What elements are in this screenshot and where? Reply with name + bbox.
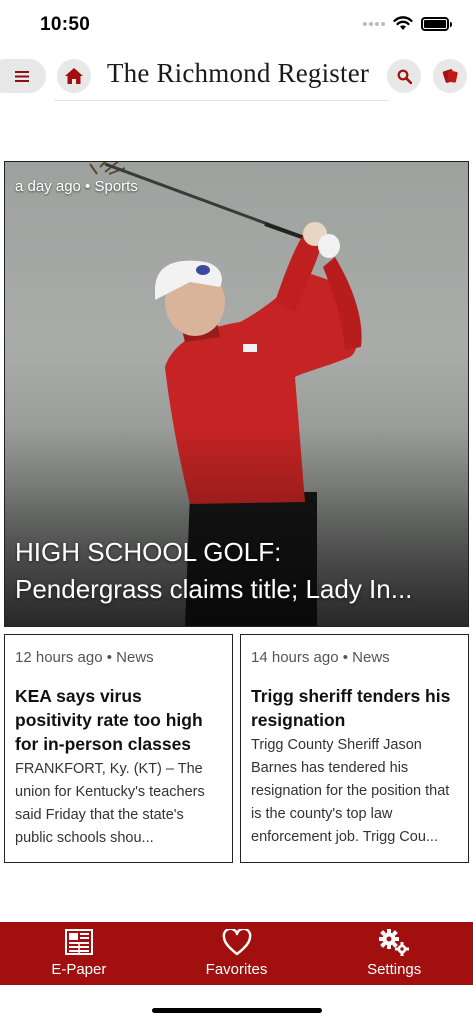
newspaper-icon xyxy=(64,929,93,955)
status-bar: 10:50 xyxy=(0,0,473,50)
gears-icon xyxy=(379,929,410,956)
nav-item-favorites[interactable]: Favorites xyxy=(158,922,316,985)
card-summary: FRANKFORT, Ky. (KT) – The union for Kent… xyxy=(15,761,205,846)
heart-icon xyxy=(222,928,251,955)
nav-label-epaper: E-Paper xyxy=(51,961,107,978)
card-meta: 12 hours ago • News xyxy=(15,649,154,666)
hero-story[interactable]: a day ago • Sports HIGH SCHOOL GOLF: Pen… xyxy=(4,161,469,627)
signal-icon xyxy=(363,21,385,26)
home-button[interactable] xyxy=(57,59,91,93)
hero-headline-line1: HIGH SCHOOL GOLF: xyxy=(15,537,282,567)
masthead-title[interactable]: The Richmond Register xyxy=(98,58,378,89)
hamburger-icon xyxy=(15,70,29,82)
home-indicator[interactable] xyxy=(152,1008,322,1013)
battery-icon xyxy=(421,16,452,31)
bottom-nav: E-Paper Favorites Settings xyxy=(0,922,473,985)
hero-meta: a day ago • Sports xyxy=(15,178,138,195)
card-summary: Trigg County Sheriff Jason Barnes has te… xyxy=(251,737,450,845)
story-card[interactable]: 12 hours ago • News KEA says virus posit… xyxy=(4,634,233,863)
wifi-icon xyxy=(393,16,413,30)
app-header: The Richmond Register xyxy=(0,54,473,100)
card-headline[interactable]: Trigg sheriff tenders his resignation xyxy=(251,684,458,732)
status-time: 10:50 xyxy=(40,14,91,35)
hero-headline[interactable]: HIGH SCHOOL GOLF: Pendergrass claims tit… xyxy=(15,534,465,608)
nav-item-settings[interactable]: Settings xyxy=(315,922,473,985)
card-meta: 14 hours ago • News xyxy=(251,649,390,666)
search-icon xyxy=(397,69,412,84)
header-divider xyxy=(54,100,388,101)
search-button[interactable] xyxy=(387,59,421,93)
subscribe-button[interactable] xyxy=(433,59,467,93)
ticket-icon xyxy=(442,69,458,83)
hero-headline-line2: Pendergrass claims title; Lady In... xyxy=(15,574,413,604)
nav-label-favorites: Favorites xyxy=(205,961,268,978)
nav-label-settings: Settings xyxy=(367,961,422,978)
status-icons xyxy=(363,16,452,31)
story-card[interactable]: 14 hours ago • News Trigg sheriff tender… xyxy=(240,634,469,863)
home-icon xyxy=(65,68,83,84)
menu-button[interactable] xyxy=(0,59,46,93)
nav-item-epaper[interactable]: E-Paper xyxy=(0,922,158,985)
card-headline[interactable]: KEA says virus positivity rate too high … xyxy=(15,684,222,756)
